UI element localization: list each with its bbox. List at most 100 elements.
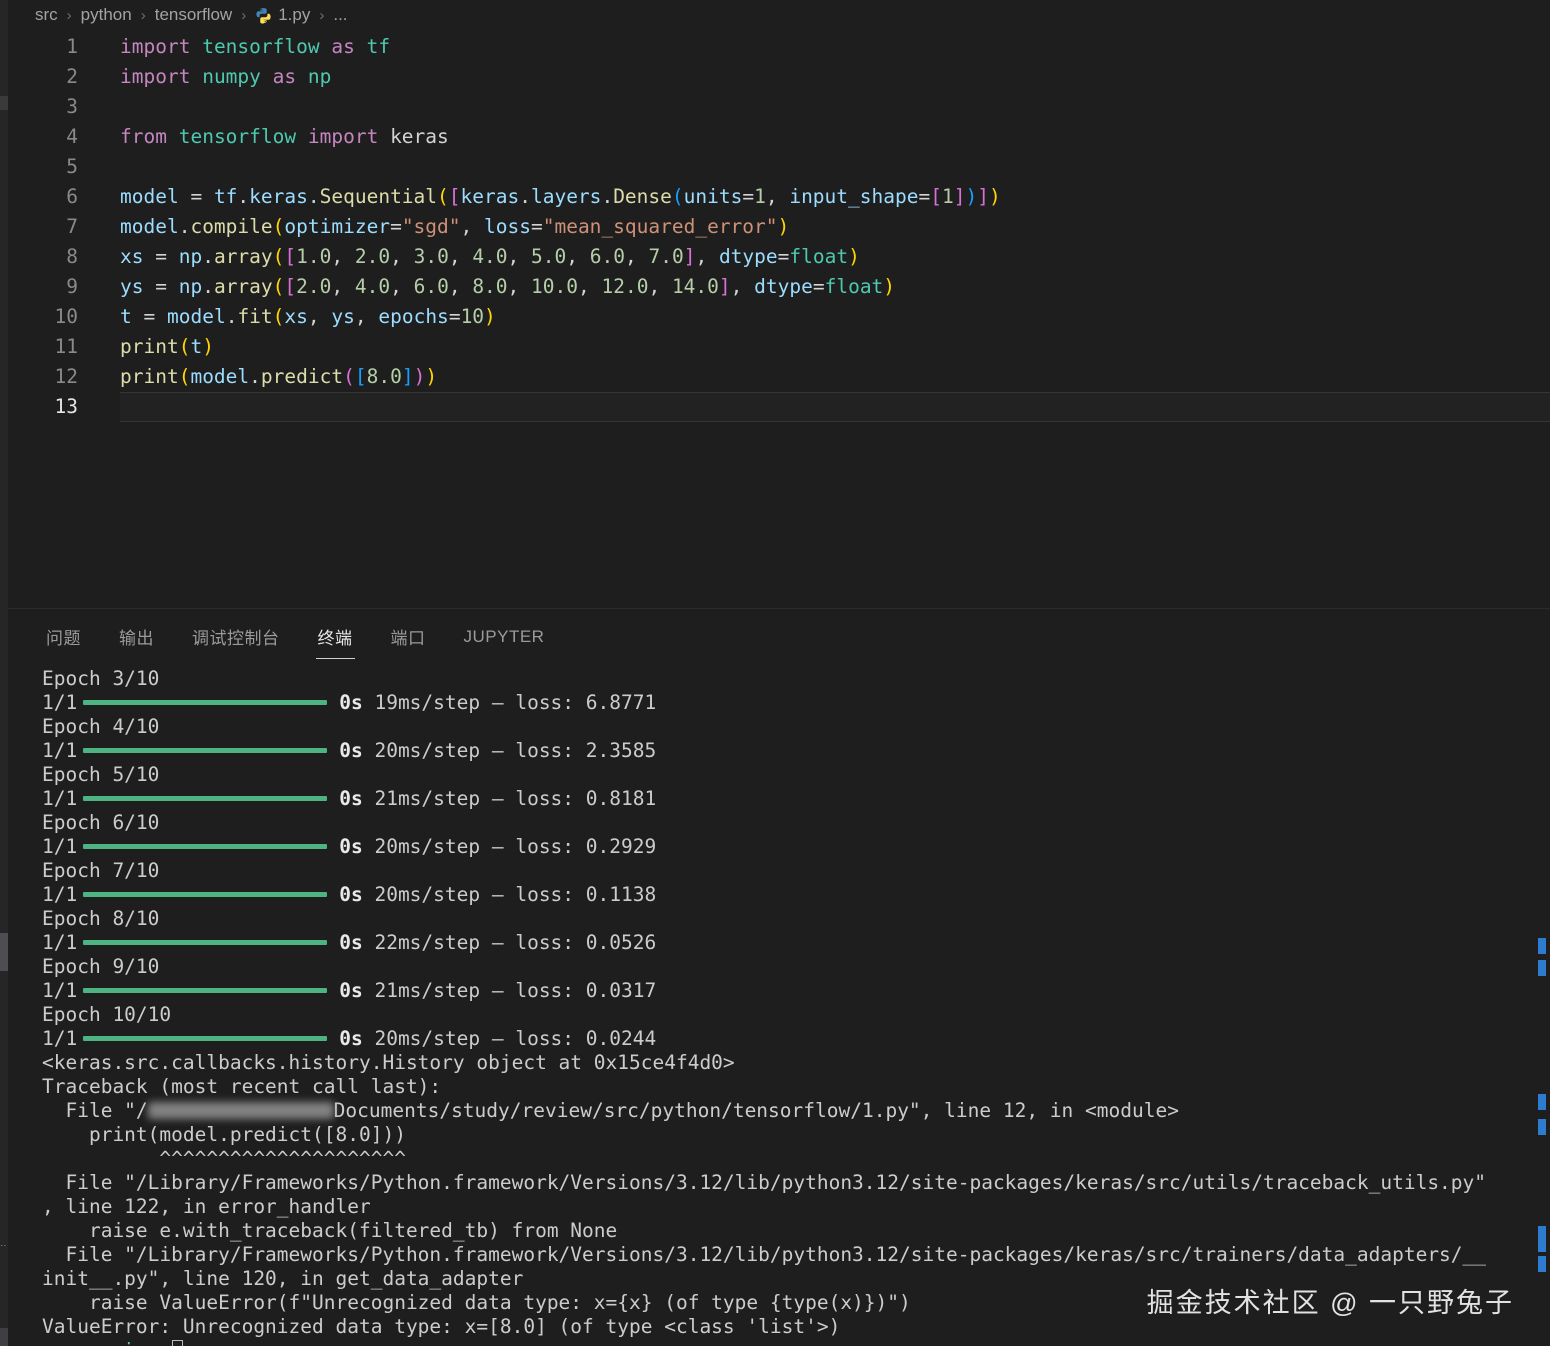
code-line-11[interactable]: 11 print(t) (8, 332, 1550, 362)
watermark: 掘金技术社区 @ 一只野兔子 (1147, 1281, 1514, 1320)
line-number: 8 (8, 242, 78, 272)
terminal-line: ^^^^^^^^^^^^^^^^^^^^^ (8, 1147, 1550, 1171)
prompt-arrow-icon: ➜ (66, 1339, 78, 1346)
terminal-line: 1/10s 21ms/step – loss: 0.0317 (8, 979, 1550, 1003)
breadcrumb-file[interactable]: 1.py (278, 5, 310, 25)
chevron-separator-icon: › (241, 7, 246, 24)
code-text: t = model.fit(xs, ys, epochs=10) (120, 302, 496, 332)
code-line-7[interactable]: 7 model.compile(optimizer="sgd", loss="me… (8, 212, 1550, 242)
terminal-line: File "/Library/Frameworks/Python.framewo… (8, 1243, 1550, 1267)
line-number: 11 (8, 332, 78, 362)
terminal-line: Epoch 10/10 (8, 1003, 1550, 1027)
panel-tab-0[interactable]: 问题 (44, 618, 83, 658)
terminal-line: Epoch 9/10 (8, 955, 1550, 979)
scrollbar-thumb[interactable] (0, 933, 8, 971)
line-number: 13 (8, 392, 78, 422)
terminal-line: 1/10s 20ms/step – loss: 0.2929 (8, 835, 1550, 859)
code-editor[interactable]: 1 import tensorflow as tf 2 import numpy as… (8, 30, 1550, 608)
breadcrumb: src › python › tensorflow › 1.py › ... (8, 0, 1550, 30)
line-number: 9 (8, 272, 78, 302)
progress-bar (83, 748, 327, 753)
code-line-9[interactable]: 9 ys = np.array([2.0, 4.0, 6.0, 8.0, 10.0… (8, 272, 1550, 302)
code-text: ys = np.array([2.0, 4.0, 6.0, 8.0, 10.0,… (120, 272, 895, 302)
progress-bar (83, 796, 327, 801)
line-number: 12 (8, 362, 78, 392)
breadcrumb-ellipsis[interactable]: ... (333, 5, 347, 25)
scroll-marker (1538, 960, 1546, 976)
redacted-path (148, 1102, 334, 1119)
scroll-marker (1538, 1256, 1546, 1272)
code-line-6[interactable]: 6 model = tf.keras.Sequential([keras.laye… (8, 182, 1550, 212)
panel-tab-1[interactable]: 输出 (117, 618, 156, 658)
bottom-panel: 问题输出调试控制台终端端口 JUPYTER Epoch 3/101/10s 19m… (8, 608, 1550, 1346)
code-line-12[interactable]: 12print(model.predict([8.0])) (8, 362, 1550, 392)
terminal-line: 1/10s 20ms/step – loss: 2.3585 (8, 739, 1550, 763)
code-text: xs = np.array([1.0, 2.0, 3.0, 4.0, 5.0, … (120, 242, 860, 272)
line-number: 1 (8, 32, 78, 62)
terminal-line: File "/Library/Frameworks/Python.framewo… (8, 1171, 1550, 1195)
terminal-line: Epoch 3/10 (8, 667, 1550, 691)
terminal-line: raise e.with_traceback(filtered_tb) from… (8, 1219, 1550, 1243)
progress-bar (83, 1036, 327, 1041)
code-text: import numpy as np (120, 62, 331, 92)
chevron-separator-icon: › (67, 7, 72, 24)
progress-bar (83, 844, 327, 849)
progress-bar (83, 988, 327, 993)
scrollbar-notch[interactable] (0, 96, 8, 110)
main-column: src › python › tensorflow › 1.py › ... 1… (8, 0, 1550, 1346)
code-line-4[interactable]: 4 from tensorflow import keras (8, 122, 1550, 152)
scroll-marker (1538, 938, 1546, 954)
line-number: 7 (8, 212, 78, 242)
code-line-1[interactable]: 1 import tensorflow as tf (8, 32, 1550, 62)
code-text: model.compile(optimizer="sgd", loss="mea… (120, 212, 789, 242)
terminal-line: Epoch 7/10 (8, 859, 1550, 883)
breadcrumb-item-tensorflow[interactable]: tensorflow (155, 5, 232, 25)
panel-tab-terminal-active[interactable]: 终端 (316, 618, 355, 659)
terminal-line: <keras.src.callbacks.history.History obj… (8, 1051, 1550, 1075)
panel-tabbar: 问题输出调试控制台终端端口 JUPYTER (8, 609, 1550, 667)
code-text: import tensorflow as tf (120, 32, 390, 62)
vscode-window: ‥ src › python › tensorflow › 1.py › ...… (0, 0, 1550, 1346)
line-number: 4 (8, 122, 78, 152)
line-number: 6 (8, 182, 78, 212)
terminal-output[interactable]: Epoch 3/101/10s 19ms/step – loss: 6.8771… (8, 667, 1550, 1346)
line-number: 3 (8, 92, 78, 122)
code-line-13[interactable]: 13 (8, 392, 1550, 422)
shell-prompt[interactable]: ○➜review (8, 1339, 1550, 1346)
scroll-marker (1538, 1119, 1546, 1135)
current-line-highlight (120, 392, 1550, 422)
code-line-8[interactable]: 8 xs = np.array([1.0, 2.0, 3.0, 4.0, 5.0,… (8, 242, 1550, 272)
scrollbar-thumb-bottom[interactable] (0, 1328, 8, 1346)
strip-dots: ‥ (0, 1242, 14, 1248)
python-file-icon (255, 7, 272, 24)
chevron-separator-icon: › (319, 7, 324, 24)
code-line-5[interactable]: 5 (8, 152, 1550, 182)
scroll-marker (1538, 1094, 1546, 1110)
panel-tab-5[interactable]: JUPYTER (462, 621, 547, 656)
terminal-line: 1/10s 20ms/step – loss: 0.0244 (8, 1027, 1550, 1051)
terminal-line: 1/10s 20ms/step – loss: 0.1138 (8, 883, 1550, 907)
chevron-separator-icon: › (141, 7, 146, 24)
progress-bar (83, 892, 327, 897)
code-line-3[interactable]: 3 (8, 92, 1550, 122)
terminal-line: print(model.predict([8.0])) (8, 1123, 1550, 1147)
breadcrumb-item-src[interactable]: src (35, 5, 58, 25)
terminal-line: 1/10s 22ms/step – loss: 0.0526 (8, 931, 1550, 955)
code-line-10[interactable]: 10t = model.fit(xs, ys, epochs=10) (8, 302, 1550, 332)
terminal-line: Epoch 5/10 (8, 763, 1550, 787)
code-line-2[interactable]: 2 import numpy as np (8, 62, 1550, 92)
progress-bar (83, 700, 327, 705)
panel-tab-2[interactable]: 调试控制台 (190, 618, 282, 658)
scroll-marker (1538, 1226, 1546, 1252)
terminal-line: File "/Documents/study/review/src/python… (8, 1099, 1550, 1123)
code-text: print(t) (120, 332, 214, 362)
code-text: model = tf.keras.Sequential([keras.layer… (120, 182, 1001, 212)
terminal-line: 1/10s 21ms/step – loss: 0.8181 (8, 787, 1550, 811)
code-text: from tensorflow import keras (120, 122, 449, 152)
line-number: 2 (8, 62, 78, 92)
terminal-line: Traceback (most recent call last): (8, 1075, 1550, 1099)
panel-tab-4[interactable]: 端口 (389, 618, 428, 658)
terminal-line: Epoch 6/10 (8, 811, 1550, 835)
left-scrollbar-strip: ‥ (0, 0, 8, 1346)
breadcrumb-item-python[interactable]: python (81, 5, 132, 25)
